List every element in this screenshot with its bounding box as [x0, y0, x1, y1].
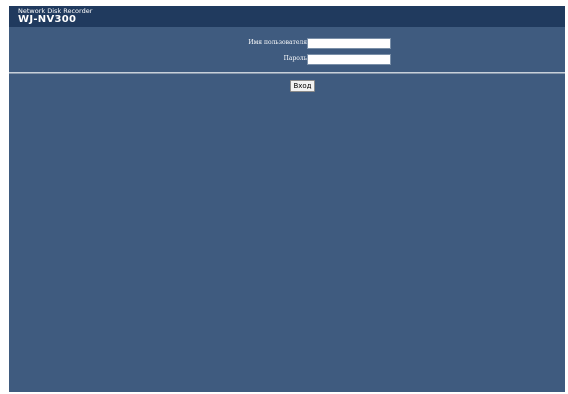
- header-bar: Network Disk Recorder WJ-NV300: [9, 6, 565, 27]
- password-input[interactable]: [307, 54, 391, 65]
- divider: [9, 72, 565, 74]
- username-input[interactable]: [307, 38, 391, 49]
- model-name: WJ-NV300: [18, 14, 77, 25]
- app-frame: Network Disk Recorder WJ-NV300 Имя польз…: [9, 6, 565, 392]
- username-label: Имя пользователя: [248, 39, 307, 46]
- password-label: Пароль: [283, 55, 307, 62]
- login-button[interactable]: Вход: [290, 80, 315, 92]
